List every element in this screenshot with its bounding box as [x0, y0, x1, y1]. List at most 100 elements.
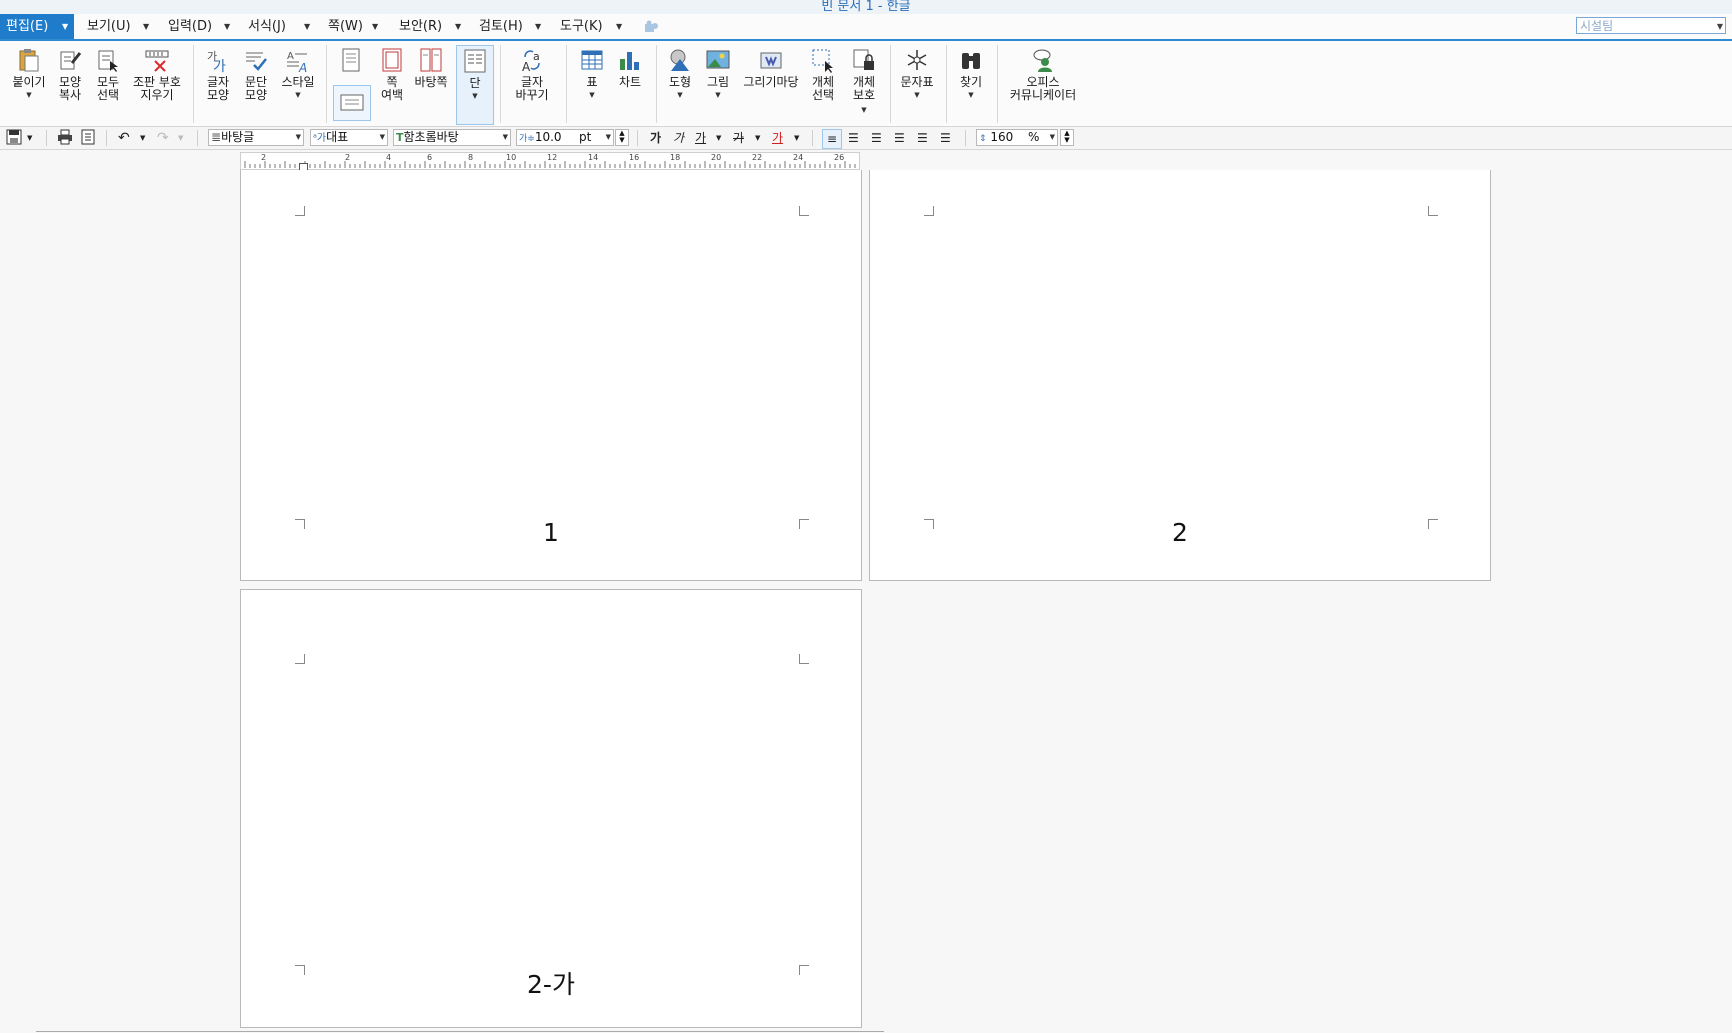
page-landscape-button[interactable] [333, 85, 371, 121]
chevron-down-icon[interactable]: ▼ [372, 14, 378, 39]
ruler-number: 2 [345, 153, 351, 162]
chevron-down-icon[interactable]: ▼ [616, 14, 622, 39]
preview-icon[interactable] [80, 129, 96, 147]
chevron-down-icon[interactable]: ▼ [143, 14, 149, 39]
clear-markup-button[interactable]: 조판 부호 지우기 [128, 45, 186, 102]
svg-text:A: A [298, 61, 307, 73]
find-label: 찾기 [959, 75, 983, 89]
chevron-down-icon[interactable]: ▼ [27, 129, 32, 147]
char-replace-button[interactable]: Aa 글자 바꾸기 [508, 45, 556, 102]
italic-button[interactable]: 가 [673, 129, 684, 147]
chevron-down-icon[interactable]: ▼ [224, 14, 230, 39]
chevron-down-icon[interactable]: ▼ [535, 14, 541, 39]
columns-icon [464, 49, 486, 73]
gallery-button[interactable]: 그리기마당 [740, 45, 802, 89]
align-left-icon[interactable]: ☰ [848, 129, 859, 147]
toolbar-divider [197, 130, 198, 146]
find-button[interactable]: 찾기 ▼ [953, 45, 989, 102]
page-margin-button[interactable]: 쪽 여백 [374, 45, 410, 102]
ruler-number: 8 [468, 153, 474, 162]
menu-tools[interactable]: 도구(K) ▼ [560, 14, 622, 39]
page[interactable]: 2-가 [240, 589, 862, 1028]
underline-button[interactable]: 가 [695, 129, 706, 147]
office-communicator-button[interactable]: 오피스 커뮤니케이터 [1004, 45, 1082, 102]
undo-icon[interactable]: ↶ [118, 129, 130, 147]
puzzle-icon[interactable] [643, 18, 659, 43]
chart-icon [620, 52, 639, 70]
master-page-button[interactable]: 바탕쪽 [412, 45, 450, 89]
font-size-field[interactable]: 가≑10.0 pt ▼ [516, 129, 614, 146]
horizontal-ruler[interactable]: 2 2 4 6 8 10 12 14 16 18 20 22 24 26 [240, 152, 860, 171]
menu-page[interactable]: 쪽(W) ▼ [328, 14, 378, 39]
clear-markup-label: 조판 부호 지우기 [133, 75, 181, 102]
font-select-value: 함초롬바탕 [403, 130, 459, 144]
object-select-label: 개체 선택 [811, 75, 835, 102]
menu-insert[interactable]: 입력(D) ▼ [168, 14, 230, 39]
object-select-button[interactable]: 개체 선택 [805, 45, 841, 102]
font-color-button[interactable]: 가 [772, 129, 783, 147]
save-icon[interactable] [6, 129, 22, 147]
style-select-value: 바탕글 [221, 130, 255, 144]
style-select[interactable]: ≣바탕글 ▼ [208, 129, 304, 146]
page[interactable]: 1 [240, 170, 862, 581]
print-icon[interactable] [57, 129, 73, 147]
menu-view[interactable]: 보기(U) ▼ [87, 14, 149, 39]
chevron-down-icon[interactable]: ▼ [304, 14, 310, 39]
menu-format-label: 서식(J) [248, 19, 286, 34]
table-button[interactable]: 표 ▼ [574, 45, 610, 102]
object-protect-label: 개체 보호 [852, 75, 876, 102]
style-icon: AA [287, 51, 307, 73]
font-size-stepper[interactable]: ▲ ▼ [615, 129, 629, 146]
chart-button[interactable]: 차트 [612, 45, 648, 89]
copy-format-button[interactable]: 모양 복사 [52, 45, 88, 102]
align-center-icon[interactable]: ☰ [871, 129, 882, 147]
toolbar-divider [637, 130, 638, 146]
table-icon [581, 50, 603, 70]
paste-button[interactable]: 붙이기 ▼ [10, 45, 48, 102]
page-layout-button[interactable] [333, 45, 369, 76]
menu-edit[interactable]: 편집(E) ▼ [0, 14, 74, 39]
search-input[interactable]: 시설팀 ▼ [1576, 17, 1726, 34]
paste-label: 붙이기 [12, 75, 46, 89]
page[interactable]: 2 [869, 170, 1491, 581]
chevron-down-icon[interactable]: ▼ [755, 129, 760, 147]
chevron-down-icon[interactable]: ▼ [716, 129, 721, 147]
chevron-down-icon[interactable]: ▼ [794, 129, 799, 147]
line-spacing-field[interactable]: ⇕ 160 % ▼ [976, 129, 1058, 146]
style-button[interactable]: AA 스타일 ▼ [278, 45, 318, 102]
char-replace-label: 글자 바꾸기 [515, 75, 549, 102]
chevron-down-icon[interactable]: ▼ [178, 129, 183, 147]
page-number: 2 [1172, 518, 1188, 547]
horizontal-scrollbar[interactable] [36, 1031, 884, 1032]
para-shape-button[interactable]: 문단 모양 [238, 45, 274, 102]
shape-button[interactable]: 도형 ▼ [662, 45, 698, 102]
object-protect-button[interactable]: 개체 보호 ▼ [845, 45, 883, 117]
line-spacing-stepper[interactable]: ▲ ▼ [1060, 129, 1074, 146]
language-select[interactable]: ᵃ가대표 ▼ [310, 129, 388, 146]
align-right-icon[interactable]: ☰ [894, 129, 905, 147]
picture-button[interactable]: 그림 ▼ [700, 45, 736, 102]
column-button[interactable]: 단 ▼ [456, 45, 494, 125]
redo-icon[interactable]: ↷ [157, 129, 169, 147]
menu-review[interactable]: 검토(H) ▼ [479, 14, 541, 39]
chevron-down-icon[interactable]: ▼ [140, 129, 145, 147]
align-justify-icon[interactable]: ≡ [822, 129, 842, 149]
bold-button[interactable]: 가 [650, 129, 661, 147]
char-shape-button[interactable]: 가가 글자 모양 [200, 45, 236, 102]
ribbon-divider [997, 45, 998, 123]
align-divide-icon[interactable]: ☰ [940, 129, 951, 147]
chevron-down-icon[interactable]: ▼ [1717, 18, 1723, 35]
ribbon-divider [566, 45, 567, 123]
strikethrough-button[interactable]: 가 [733, 129, 744, 147]
ruler-number: 14 [588, 153, 599, 162]
style-label: 스타일 [281, 75, 315, 89]
chevron-down-icon[interactable]: ▼ [62, 14, 68, 39]
font-select[interactable]: T함초롬바탕 ▼ [393, 129, 511, 146]
chevron-down-icon[interactable]: ▼ [455, 14, 461, 39]
align-distribute-icon[interactable]: ☰ [917, 129, 928, 147]
char-map-button[interactable]: 문자표 ▼ [896, 45, 938, 102]
menu-security[interactable]: 보안(R) ▼ [399, 14, 461, 39]
select-all-button[interactable]: 모두 선택 [90, 45, 126, 102]
menu-format[interactable]: 서식(J) ▼ [248, 14, 310, 39]
toolbar-divider [106, 130, 107, 146]
